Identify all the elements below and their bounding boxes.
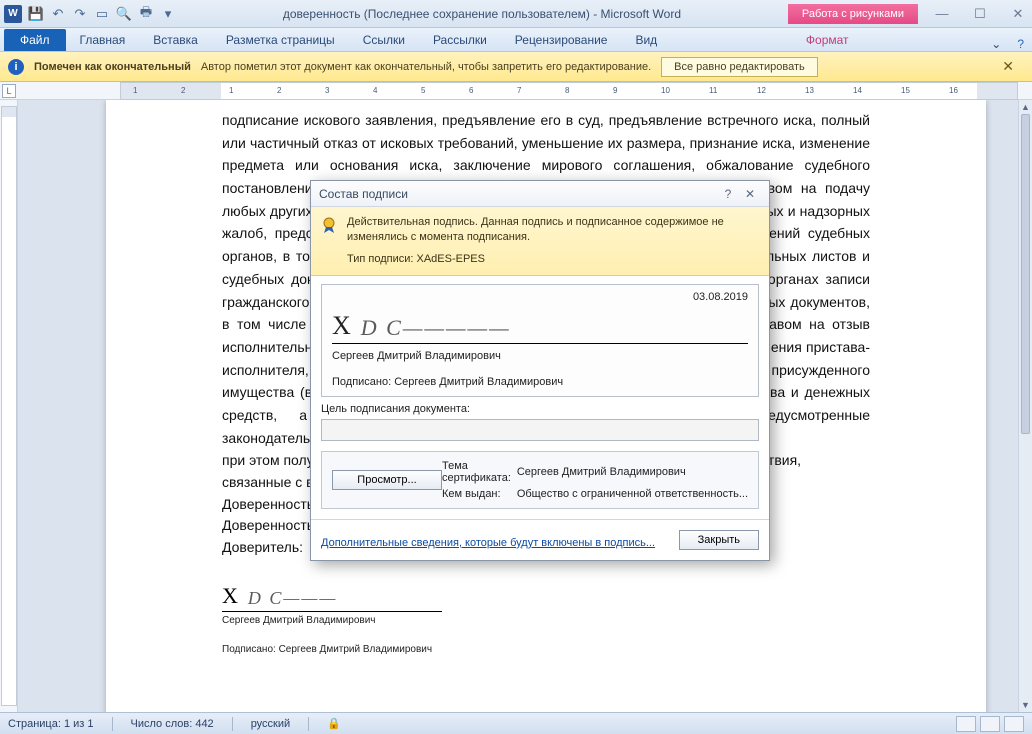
tab-view[interactable]: Вид	[621, 29, 671, 51]
cert-issuer-value: Общество с ограниченной ответственность.…	[517, 488, 748, 500]
signature-date: 03.08.2019	[332, 291, 748, 303]
view-web-icon[interactable]	[1004, 716, 1024, 732]
view-certificate-button[interactable]: Просмотр...	[332, 470, 442, 490]
ruler-tick: 15	[901, 86, 910, 95]
info-valid-text: Действительная подпись. Данная подпись и…	[347, 215, 759, 246]
tab-insert[interactable]: Вставка	[139, 29, 212, 51]
minimize-button[interactable]: —	[932, 4, 952, 24]
quick-access-toolbar: 💾 ↶ ↷ ▭ 🔍 🖶 ▾	[28, 6, 176, 22]
view-reading-icon[interactable]	[980, 716, 1000, 732]
window-title: доверенность (Последнее сохранение польз…	[176, 7, 788, 21]
signature-signer-name: Сергеев Дмитрий Владимирович	[222, 615, 870, 626]
ruler-tick: 12	[757, 86, 766, 95]
dialog-x-mark: X	[332, 311, 351, 341]
ruler-tick: 2	[181, 86, 185, 95]
purpose-label: Цель подписания документа:	[321, 403, 759, 415]
tab-mailings[interactable]: Рассылки	[419, 29, 501, 51]
view-print-layout-icon[interactable]	[956, 716, 976, 732]
tab-review[interactable]: Рецензирование	[501, 29, 622, 51]
info-sig-type: Тип подписи: XAdES-EPES	[347, 252, 759, 267]
status-permissions-icon[interactable]: 🔒	[327, 717, 341, 730]
dialog-title: Состав подписи	[319, 187, 408, 201]
ruler-tick: 13	[805, 86, 814, 95]
dialog-signed-by: Подписано: Сергеев Дмитрий Владимирович	[332, 376, 748, 388]
view-buttons	[956, 716, 1024, 732]
ruler-tick: 1	[133, 86, 137, 95]
new-icon[interactable]: ▭	[94, 6, 110, 22]
msgbar-close-icon[interactable]: ✕	[992, 58, 1024, 75]
ruler-tick: 10	[661, 86, 670, 95]
title-bar: W 💾 ↶ ↷ ▭ 🔍 🖶 ▾ доверенность (Последнее …	[0, 0, 1032, 28]
ruler-tick: 4	[373, 86, 377, 95]
ruler-tick: 1	[229, 86, 233, 95]
file-tab[interactable]: Файл	[4, 29, 66, 51]
tab-selector[interactable]: L	[2, 84, 16, 98]
dialog-close-icon[interactable]: ✕	[739, 185, 761, 203]
undo-icon[interactable]: ↶	[50, 6, 66, 22]
dialog-signer-name: Сергеев Дмитрий Владимирович	[332, 350, 748, 362]
close-window-button[interactable]: ✕	[1008, 4, 1028, 24]
ruler-tick: 14	[853, 86, 862, 95]
word-icon: W	[4, 5, 22, 23]
msgbar-title: Помечен как окончательный	[34, 61, 191, 73]
ruler-tick: 6	[469, 86, 473, 95]
ruler-tick: 3	[325, 86, 329, 95]
qat-dropdown-icon[interactable]: ▾	[160, 6, 176, 22]
status-bar: Страница: 1 из 1 Число слов: 442 русский…	[0, 712, 1032, 734]
dialog-titlebar[interactable]: Состав подписи ? ✕	[311, 181, 769, 207]
info-icon: i	[8, 59, 24, 75]
cert-theme-value: Сергеев Дмитрий Владимирович	[517, 466, 748, 478]
help-icon[interactable]: ?	[1009, 37, 1032, 51]
redo-icon[interactable]: ↷	[72, 6, 88, 22]
vertical-ruler[interactable]	[0, 100, 18, 712]
dialog-footer: Дополнительные сведения, которые будут в…	[311, 519, 769, 560]
certificate-icon	[319, 215, 339, 235]
cert-theme-label: Тема сертификата:	[442, 460, 517, 484]
signature-line[interactable]: X D C——— Сергеев Дмитрий Владимирович По…	[222, 583, 870, 655]
scroll-thumb[interactable]	[1021, 114, 1030, 434]
additional-info-link[interactable]: Дополнительные сведения, которые будут в…	[321, 536, 655, 550]
dialog-close-button[interactable]: Закрыть	[679, 530, 759, 550]
tab-format[interactable]: Формат	[792, 29, 863, 51]
maximize-button[interactable]: ☐	[970, 4, 990, 24]
ruler-tick: 9	[613, 86, 617, 95]
tab-references[interactable]: Ссылки	[349, 29, 419, 51]
ruler-tick: 5	[421, 86, 425, 95]
msgbar-text: Автор пометил этот документ как окончате…	[201, 61, 651, 73]
ruler-tick: 7	[517, 86, 521, 95]
tab-layout[interactable]: Разметка страницы	[212, 29, 349, 51]
save-icon[interactable]: 💾	[28, 6, 44, 22]
purpose-input	[321, 419, 759, 441]
marked-final-bar: i Помечен как окончательный Автор помети…	[0, 52, 1032, 82]
certificate-info-box: Тема сертификата: Сергеев Дмитрий Владим…	[321, 451, 759, 509]
ribbon-minimize-icon[interactable]: ⌄	[983, 37, 1009, 51]
signature-signed-by: Подписано: Сергеев Дмитрий Владимирович	[222, 644, 870, 655]
ruler-tick: 11	[709, 86, 717, 95]
signature-preview-box: 03.08.2019 X D C————— Сергеев Дмитрий Вл…	[321, 284, 759, 397]
dialog-signature-image-icon: D C—————	[361, 315, 511, 341]
ruler-tick: 8	[565, 86, 569, 95]
contextual-tab-picture-tools[interactable]: Работа с рисунками	[788, 4, 918, 24]
dialog-help-icon[interactable]: ?	[717, 185, 739, 203]
cert-issuer-label: Кем выдан:	[442, 488, 517, 500]
scroll-down-icon[interactable]: ▼	[1019, 698, 1032, 712]
print-preview-icon[interactable]: 🔍	[116, 6, 132, 22]
vertical-scrollbar[interactable]: ▲ ▼	[1018, 100, 1032, 712]
signature-details-dialog: Состав подписи ? ✕ Действительная подпис…	[310, 180, 770, 561]
signature-x-mark: X	[222, 583, 238, 609]
horizontal-ruler[interactable]: L 1212345678910111213141516	[0, 82, 1032, 100]
signature-image-icon: D C———	[248, 588, 338, 609]
dialog-info-banner: Действительная подпись. Данная подпись и…	[311, 207, 769, 276]
scroll-up-icon[interactable]: ▲	[1019, 100, 1032, 114]
ribbon-tabs: Файл Главная Вставка Разметка страницы С…	[0, 28, 1032, 52]
tab-home[interactable]: Главная	[66, 29, 140, 51]
edit-anyway-button[interactable]: Все равно редактировать	[661, 57, 818, 77]
ruler-tick: 2	[277, 86, 281, 95]
print-icon[interactable]: 🖶	[138, 6, 154, 22]
ruler-tick: 16	[949, 86, 958, 95]
